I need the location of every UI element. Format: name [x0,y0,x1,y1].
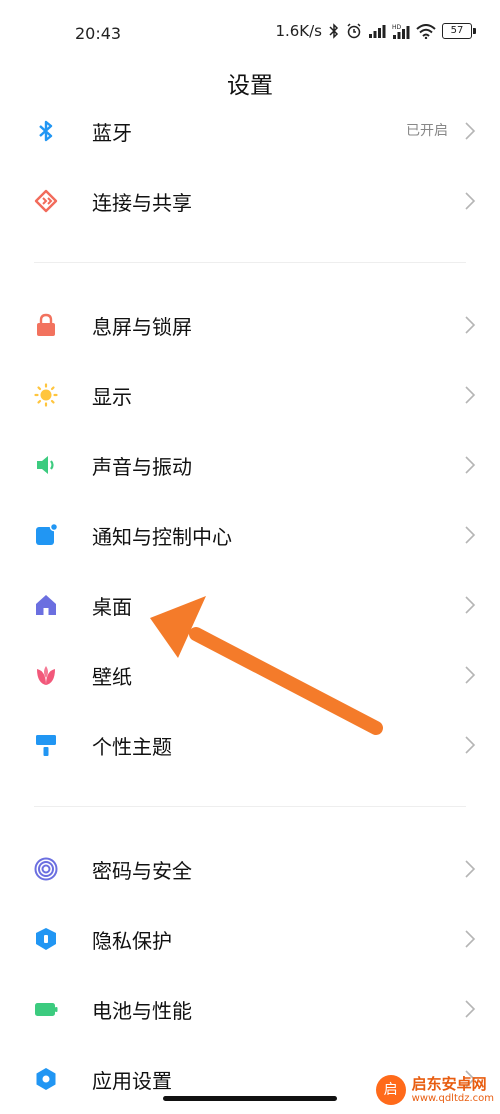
settings-item-value: 已开启 [406,123,448,139]
hd-signal-icon: HD [392,24,410,39]
settings-item-bluetooth[interactable]: 蓝牙 已开启 [0,96,500,166]
svg-text:HD: HD [392,24,402,31]
settings-item-wallpaper[interactable]: 壁纸 [0,640,500,710]
chevron-right-icon [465,596,476,614]
gear-icon [36,1068,56,1090]
chevron-right-icon [465,736,476,754]
chevron-right-icon [465,666,476,684]
settings-item-label: 电池与性能 [92,999,192,1023]
settings-item-label: 声音与振动 [92,455,192,479]
watermark: 启 启东安卓网 www.qdltdz.com [375,1075,494,1105]
notification-icon [36,523,58,545]
settings-item-label: 个性主题 [92,735,172,759]
watermark-url: www.qdltdz.com [411,1092,494,1104]
sun-icon [34,383,58,407]
watermark-title: 启东安卓网 [411,1075,487,1094]
section-divider [34,262,466,263]
watermark-logo: 启 [375,1075,406,1105]
lock-icon [37,313,55,336]
bluetooth-icon [39,120,53,142]
status-time: 20:43 [75,24,122,43]
flower-icon [37,666,55,685]
settings-item-themes[interactable]: 个性主题 [0,710,500,780]
bluetooth-status-icon [329,23,339,39]
chevron-right-icon [465,386,476,404]
share-icon [34,189,58,213]
chevron-right-icon [465,456,476,474]
page-title: 设置 [227,73,273,99]
chevron-right-icon [465,526,476,544]
home-icon [36,595,56,615]
fingerprint-icon [34,857,58,881]
signal-icon [369,25,386,38]
settings-item-connection-sharing[interactable]: 连接与共享 [0,166,500,236]
speaker-icon [37,456,54,474]
settings-item-label: 密码与安全 [92,859,192,883]
battery-icon [35,1003,58,1016]
settings-item-label: 应用设置 [92,1069,172,1093]
network-speed: 1.6K/s [275,22,322,40]
chevron-right-icon [465,930,476,948]
status-bar: 20:43 1.6K/s HD 57 [0,0,500,70]
settings-item-sound[interactable]: 声音与振动 [0,430,500,500]
settings-item-label: 通知与控制中心 [92,525,232,549]
shield-icon [36,928,56,950]
status-icons: 1.6K/s HD 57 [275,22,476,40]
settings-item-label: 蓝牙 [92,121,132,145]
chevron-right-icon [465,122,476,140]
alarm-icon [347,23,361,39]
settings-item-notifications[interactable]: 通知与控制中心 [0,500,500,570]
settings-item-label: 隐私保护 [92,929,172,953]
settings-item-desktop[interactable]: 桌面 [0,570,500,640]
chevron-right-icon [465,316,476,334]
section-divider [34,806,466,807]
settings-item-label: 显示 [92,385,132,409]
settings-item-battery[interactable]: 电池与性能 [0,974,500,1044]
home-indicator[interactable] [163,1096,337,1101]
chevron-right-icon [465,860,476,878]
settings-item-display[interactable]: 显示 [0,360,500,430]
settings-item-lock-screen[interactable]: 息屏与锁屏 [0,290,500,360]
settings-item-label: 连接与共享 [92,191,192,215]
settings-item-privacy[interactable]: 隐私保护 [0,904,500,974]
settings-item-password-security[interactable]: 密码与安全 [0,834,500,904]
chevron-right-icon [465,1000,476,1018]
brush-icon [36,735,56,756]
battery-status-icon: 57 [442,23,476,39]
settings-item-label: 壁纸 [92,665,132,689]
settings-item-label: 桌面 [92,595,132,619]
chevron-right-icon [465,192,476,210]
settings-item-label: 息屏与锁屏 [92,315,192,339]
wifi-icon [416,23,436,39]
